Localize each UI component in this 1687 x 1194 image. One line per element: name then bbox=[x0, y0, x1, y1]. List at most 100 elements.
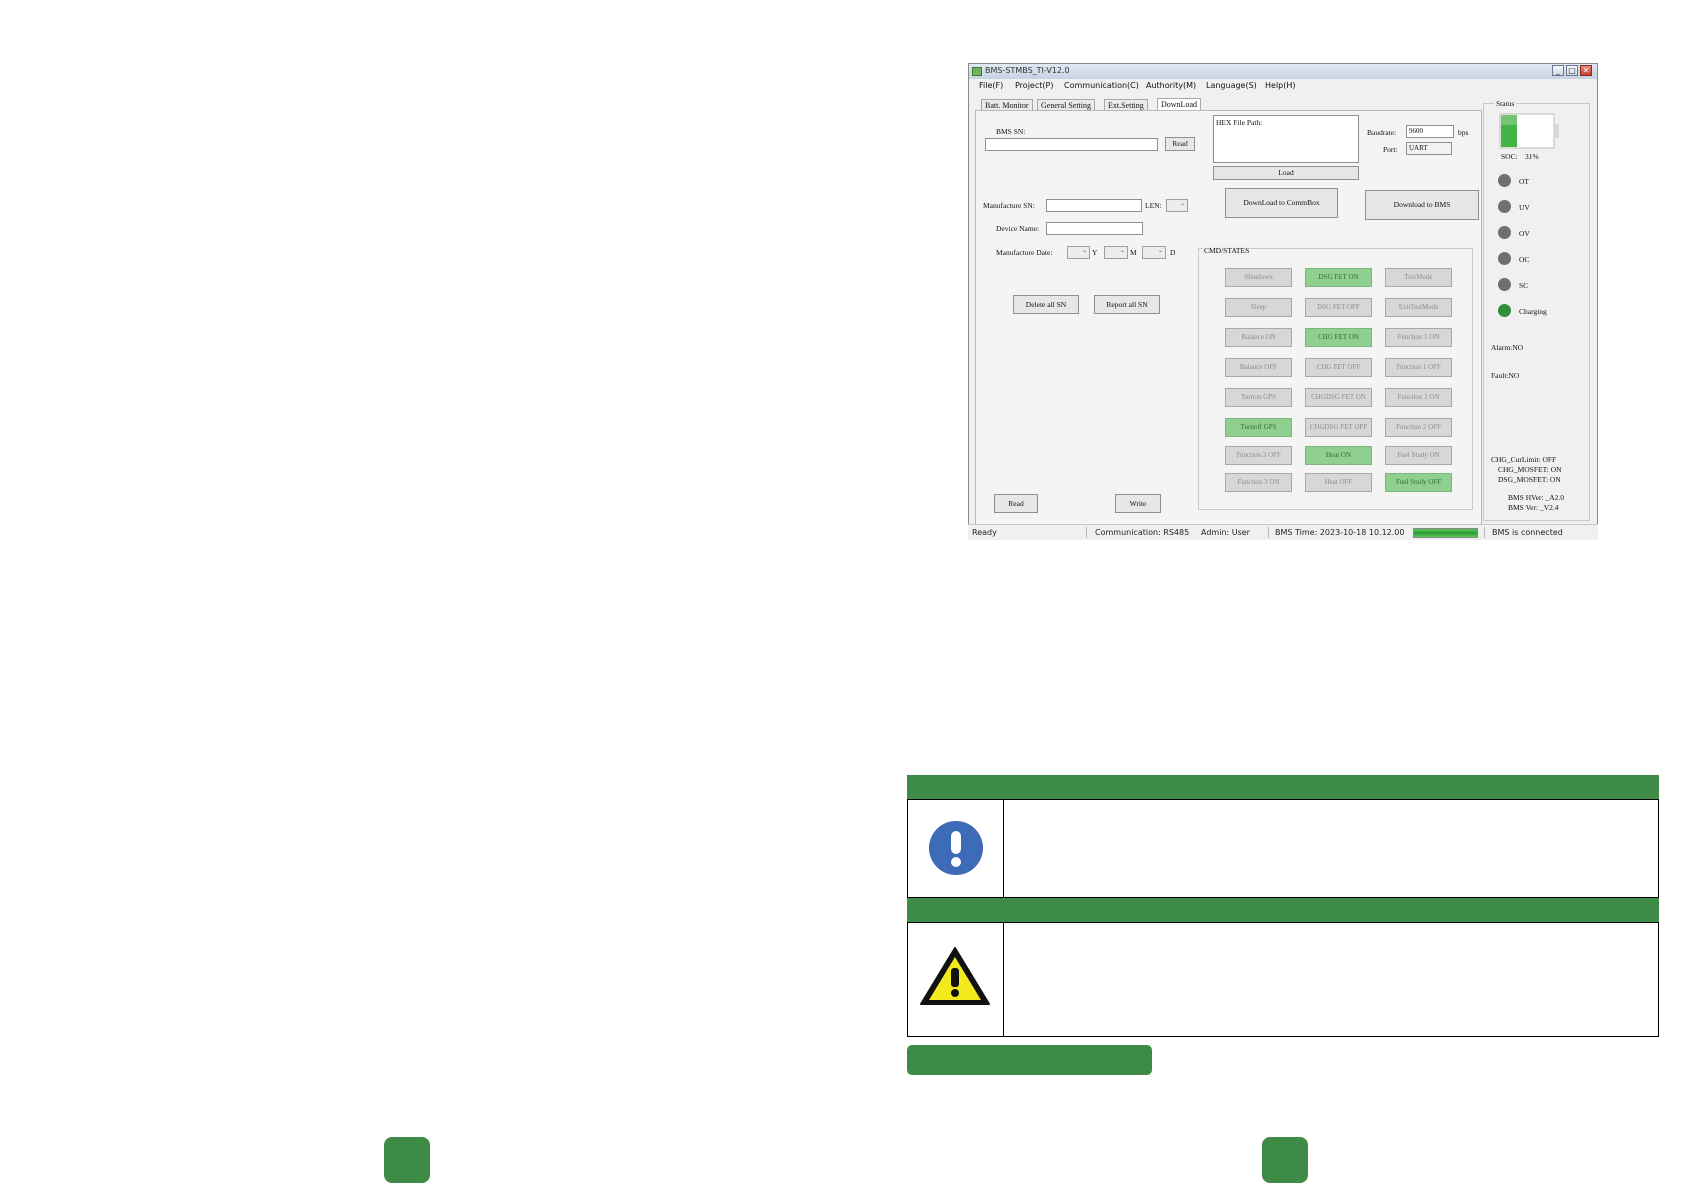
day-select[interactable]: ⌄ bbox=[1142, 246, 1166, 259]
device-name-label: Device Name: bbox=[996, 224, 1040, 233]
status-divider bbox=[1268, 527, 1269, 538]
indicator-ov-label: OV bbox=[1519, 229, 1530, 238]
page-number-badge-left bbox=[384, 1137, 430, 1183]
cmd-button-testmode[interactable]: TestMode bbox=[1385, 268, 1452, 287]
status-connected: BMS is connected bbox=[1492, 528, 1563, 537]
title-bar: BMS-STMBS_TI-V12.0 _ □ ✕ bbox=[969, 64, 1597, 79]
bms-sn-input[interactable] bbox=[985, 138, 1158, 151]
device-name-input[interactable] bbox=[1046, 222, 1143, 235]
minimize-button[interactable]: _ bbox=[1552, 65, 1564, 76]
status-title: Status bbox=[1494, 99, 1517, 108]
soc-value: 31% bbox=[1525, 152, 1539, 161]
cmd-button-function-1-off[interactable]: Function 1 OFF bbox=[1385, 358, 1452, 377]
cmd-button-chgdsg-fet-on[interactable]: CHGDSG FET ON bbox=[1305, 388, 1372, 407]
len-label: LEN: bbox=[1145, 201, 1162, 210]
indicator-sc-led bbox=[1498, 278, 1511, 291]
port-label: Port: bbox=[1383, 145, 1398, 154]
status-bms-time: BMS Time: 2023-10-18 10.12.00 bbox=[1275, 528, 1405, 537]
read-button[interactable]: Read bbox=[994, 494, 1038, 513]
app-icon bbox=[972, 67, 982, 76]
bms-sn-label: BMS SN: bbox=[996, 127, 1026, 136]
alarm-status: Alarm:NO bbox=[1491, 343, 1524, 352]
cmd-button-dsg-fet-on[interactable]: DSG FET ON bbox=[1305, 268, 1372, 287]
status-communication: Communication: RS485 bbox=[1095, 528, 1190, 537]
status-divider bbox=[1086, 527, 1087, 538]
cmd-button-dsg-fet-off[interactable]: DSG FET OFF bbox=[1305, 298, 1372, 317]
indicator-charging-led bbox=[1498, 304, 1511, 317]
cmd-button-chgdsg-fet-off[interactable]: CHGDSG FET OFF bbox=[1305, 418, 1372, 437]
cmd-button-balance-on[interactable]: Balance ON bbox=[1225, 328, 1292, 347]
download-to-commbox-button[interactable]: DownLoad to CommBox bbox=[1225, 188, 1338, 218]
warning-notice-box bbox=[907, 922, 1659, 1037]
cmd-button-sleep[interactable]: Sleep bbox=[1225, 298, 1292, 317]
cmd-button-function-3-on[interactable]: Function 3 ON bbox=[1225, 473, 1292, 492]
cmd-button-function-3-off[interactable]: Function 3 OFF bbox=[1225, 446, 1292, 465]
warning-header-bar bbox=[907, 898, 1659, 922]
indicator-uv-led bbox=[1498, 200, 1511, 213]
menu-language[interactable]: Language(S) bbox=[1206, 81, 1257, 90]
hex-file-path-box[interactable]: HEX File Path: bbox=[1213, 115, 1359, 163]
year-select[interactable]: ⌄ bbox=[1067, 246, 1090, 259]
battery-icon bbox=[1499, 113, 1559, 149]
info-exclamation-icon bbox=[929, 821, 983, 875]
menu-project[interactable]: Project(P) bbox=[1015, 81, 1053, 90]
manufacture-sn-input[interactable] bbox=[1046, 199, 1142, 212]
page-number-badge-right bbox=[1262, 1137, 1308, 1183]
report-all-sn-button[interactable]: Report all SN bbox=[1094, 295, 1160, 314]
cmd-button-chg-fet-on[interactable]: CHG FET ON bbox=[1305, 328, 1372, 347]
delete-all-sn-button[interactable]: Delete all SN bbox=[1013, 295, 1079, 314]
menu-authority[interactable]: Authority(M) bbox=[1146, 81, 1196, 90]
cmd-button-function-2-on[interactable]: Function 2 ON bbox=[1385, 388, 1452, 407]
month-label: M bbox=[1130, 248, 1137, 257]
hex-file-path-label: HEX File Path: bbox=[1216, 118, 1263, 127]
bms-hver: BMS HVer: _A2.0 bbox=[1508, 493, 1565, 502]
cmd-button-exittestmode[interactable]: ExitTestMode bbox=[1385, 298, 1452, 317]
day-label: D bbox=[1170, 248, 1176, 257]
menu-bar: File(F) Project(P) Communication(C) Auth… bbox=[969, 79, 1597, 93]
indicator-ot-label: OT bbox=[1519, 177, 1529, 186]
cmd-button-balance-off[interactable]: Balance OFF bbox=[1225, 358, 1292, 377]
read-sn-button[interactable]: Read bbox=[1165, 137, 1195, 151]
load-button[interactable]: Load bbox=[1213, 166, 1359, 180]
warning-triangle-icon bbox=[920, 947, 990, 1005]
info-header-bar bbox=[907, 775, 1659, 799]
close-button[interactable]: ✕ bbox=[1580, 65, 1592, 76]
indicator-ot-led bbox=[1498, 174, 1511, 187]
status-ready: Ready bbox=[972, 528, 997, 537]
menu-help[interactable]: Help(H) bbox=[1265, 81, 1296, 90]
cmd-button-fuel-study-off[interactable]: Fuel Study OFF bbox=[1385, 473, 1452, 492]
menu-communication[interactable]: Communication(C) bbox=[1064, 81, 1139, 90]
cmd-button-shutdown[interactable]: Shutdown bbox=[1225, 268, 1292, 287]
month-select[interactable]: ⌄ bbox=[1104, 246, 1128, 259]
baudrate-input[interactable]: 9600 bbox=[1406, 125, 1454, 138]
chg-curlimit-status: CHG_CurLimit: OFF bbox=[1491, 455, 1557, 464]
cmd-states-title: CMD/STATES bbox=[1203, 246, 1251, 255]
green-label-bar bbox=[907, 1045, 1152, 1075]
cmd-button-turnoff-gps[interactable]: Turnoff GPS bbox=[1225, 418, 1292, 437]
port-select[interactable]: UART bbox=[1406, 142, 1452, 155]
window-title: BMS-STMBS_TI-V12.0 bbox=[985, 66, 1070, 75]
warning-divider bbox=[1003, 922, 1004, 1037]
download-to-bms-button[interactable]: Download to BMS bbox=[1365, 190, 1479, 220]
status-divider bbox=[1484, 527, 1485, 538]
cmd-button-heat-on[interactable]: Heat ON bbox=[1305, 446, 1372, 465]
cmd-button-heat-off[interactable]: Heat OFF bbox=[1305, 473, 1372, 492]
cmd-button-fuel-study-on[interactable]: Fuel Study ON bbox=[1385, 446, 1452, 465]
maximize-button[interactable]: □ bbox=[1566, 65, 1578, 76]
cmd-states-group bbox=[1198, 248, 1473, 510]
manufacture-date-label: Manufacture Date: bbox=[996, 248, 1053, 257]
indicator-uv-label: UV bbox=[1519, 203, 1530, 212]
bms-sver: BMS Ver: _V2.4 bbox=[1508, 503, 1559, 512]
len-select[interactable]: ⌄ bbox=[1166, 199, 1188, 212]
status-bar: Ready Communication: RS485 Admin: User B… bbox=[968, 524, 1598, 540]
cmd-button-function-2-off[interactable]: Function 2 OFF bbox=[1385, 418, 1452, 437]
write-button[interactable]: Write bbox=[1115, 494, 1161, 513]
menu-file[interactable]: File(F) bbox=[979, 81, 1003, 90]
indicator-charging-label: Charging bbox=[1519, 307, 1547, 316]
indicator-sc-label: SC bbox=[1519, 281, 1529, 290]
status-admin: Admin: User bbox=[1201, 528, 1250, 537]
cmd-button-function-1-on[interactable]: Function 1 ON bbox=[1385, 328, 1452, 347]
connection-progress bbox=[1413, 528, 1478, 538]
cmd-button-chg-fet-off[interactable]: CHG FET OFF bbox=[1305, 358, 1372, 377]
cmd-button-turnon-gps[interactable]: Turnon GPS bbox=[1225, 388, 1292, 407]
